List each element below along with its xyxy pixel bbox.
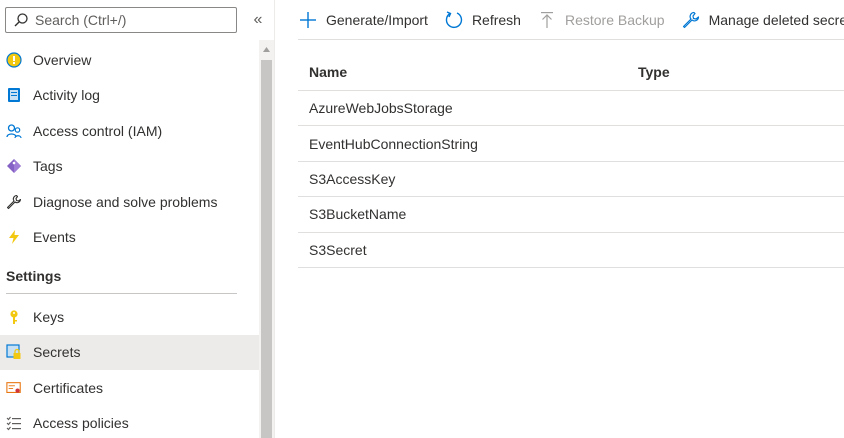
resource-menu: Overview Activity log Access control (IA… <box>0 0 259 438</box>
activity-log-icon <box>6 87 22 103</box>
nav-item-access-control[interactable]: Access control (IAM) <box>0 113 259 149</box>
nav-item-label: Access policies <box>33 415 129 432</box>
certificate-icon <box>6 380 22 396</box>
table-row[interactable]: S3AccessKey <box>298 162 844 198</box>
nav-item-label: Certificates <box>33 379 104 396</box>
section-divider <box>6 293 237 294</box>
wrench-icon <box>6 194 22 210</box>
overview-icon <box>6 52 22 68</box>
scroll-up-arrow-icon[interactable] <box>259 40 274 58</box>
nav-item-tags[interactable]: Tags <box>0 149 259 185</box>
menu-scrollbar[interactable] <box>259 40 274 438</box>
refresh-button[interactable]: Refresh <box>444 5 521 35</box>
nav-item-certificates[interactable]: Certificates <box>0 370 259 406</box>
nav-item-label: Diagnose and solve problems <box>33 193 218 210</box>
nav-menu: Overview Activity log Access control (IA… <box>0 42 259 438</box>
plus-icon <box>298 10 318 30</box>
column-header-type[interactable]: Type <box>627 64 670 80</box>
nav-item-label: Activity log <box>33 87 100 104</box>
table-row[interactable]: AzureWebJobsStorage <box>298 91 844 127</box>
nav-item-diagnose[interactable]: Diagnose and solve problems <box>0 184 259 220</box>
secret-icon <box>6 344 22 360</box>
secret-name-cell[interactable]: S3AccessKey <box>298 171 627 187</box>
search-box[interactable] <box>5 7 237 33</box>
nav-item-secrets[interactable]: Secrets <box>0 334 259 370</box>
search-input[interactable] <box>35 12 225 28</box>
pane-divider <box>274 0 275 438</box>
section-header-label: Settings <box>6 268 62 284</box>
wrench-icon <box>681 10 701 30</box>
secret-name-cell[interactable]: EventHubConnectionString <box>298 136 627 152</box>
refresh-icon <box>444 10 464 30</box>
nav-item-label: Tags <box>33 158 63 175</box>
nav-item-label: Secrets <box>33 344 81 361</box>
secret-name-cell[interactable]: AzureWebJobsStorage <box>298 100 627 116</box>
refresh-label: Refresh <box>471 11 521 28</box>
scrollbar-thumb[interactable] <box>261 60 272 438</box>
nav-item-label: Overview <box>33 51 92 68</box>
secrets-table: Name Type AzureWebJobsStorage EventHubCo… <box>298 54 844 268</box>
settings-section-header: Settings <box>0 255 259 299</box>
key-icon <box>6 309 22 325</box>
restore-backup-button[interactable]: Restore Backup <box>537 5 665 35</box>
upload-arrow-icon <box>537 10 557 30</box>
restore-backup-label: Restore Backup <box>564 11 665 28</box>
generate-import-label: Generate/Import <box>326 11 428 28</box>
column-header-name[interactable]: Name <box>298 64 627 80</box>
table-row[interactable]: S3Secret <box>298 233 844 268</box>
nav-item-label: Access control (IAM) <box>33 122 163 139</box>
nav-item-overview[interactable]: Overview <box>0 42 259 78</box>
nav-item-access-policies[interactable]: Access policies <box>0 406 259 438</box>
lightning-icon <box>6 229 22 245</box>
nav-item-keys[interactable]: Keys <box>0 299 259 335</box>
generate-import-button[interactable]: Generate/Import <box>298 5 428 35</box>
manage-deleted-label: Manage deleted secrets <box>708 11 844 28</box>
table-row[interactable]: EventHubConnectionString <box>298 126 844 162</box>
nav-item-events[interactable]: Events <box>0 220 259 256</box>
nav-item-label: Keys <box>33 308 65 325</box>
secret-name-cell[interactable]: S3Secret <box>298 242 627 258</box>
nav-item-activity-log[interactable]: Activity log <box>0 78 259 114</box>
collapse-menu-button[interactable]: « <box>250 10 266 30</box>
table-header: Name Type <box>298 54 844 91</box>
nav-item-label: Events <box>33 229 76 246</box>
command-bar: Generate/Import Refresh Restore Backup M… <box>298 0 844 40</box>
search-icon <box>13 12 29 28</box>
access-policies-icon <box>6 415 22 431</box>
manage-deleted-secrets-button[interactable]: Manage deleted secrets <box>681 5 844 35</box>
tag-icon <box>6 158 22 174</box>
secret-name-cell[interactable]: S3BucketName <box>298 206 627 222</box>
table-row[interactable]: S3BucketName <box>298 197 844 233</box>
access-control-icon <box>6 123 22 139</box>
